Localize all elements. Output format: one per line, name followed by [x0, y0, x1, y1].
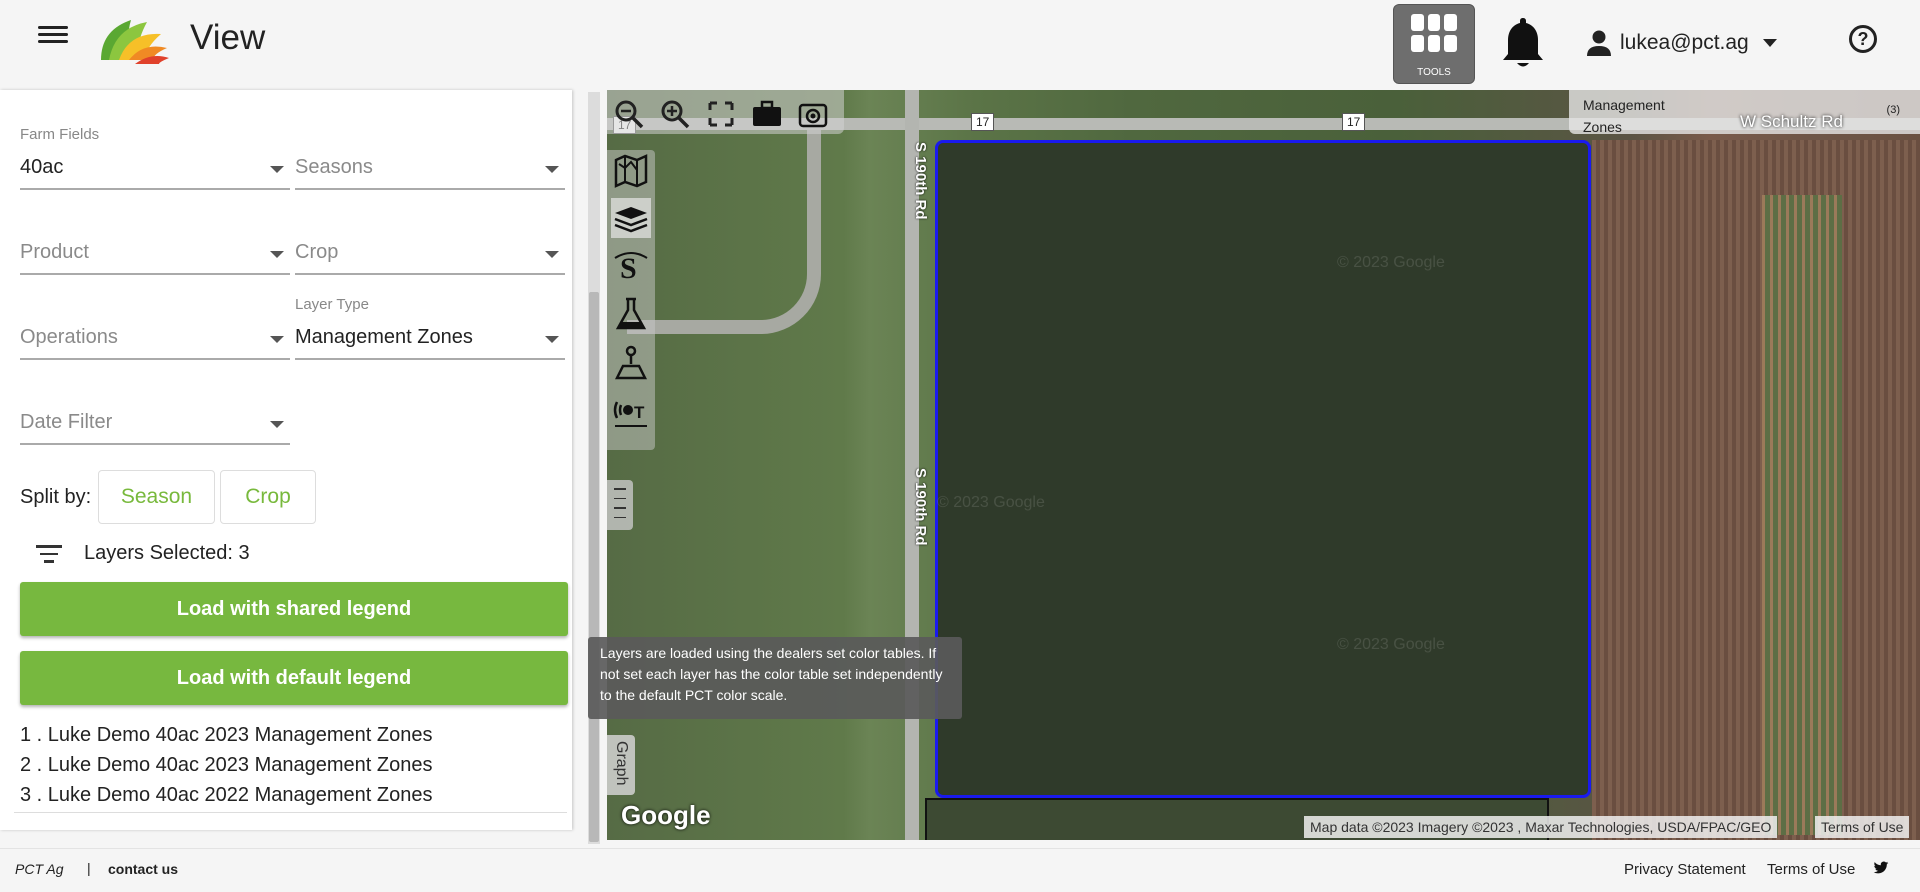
list-item[interactable]: 2 . Luke Demo 40ac 2023 Management Zones	[20, 754, 432, 777]
graph-tab-label: Graph	[613, 741, 630, 786]
date-filter-placeholder: Date Filter	[20, 411, 113, 433]
soil-sample-icon[interactable]: S	[611, 246, 651, 286]
map-road	[627, 130, 821, 334]
menu-icon[interactable]	[38, 22, 68, 48]
tools-button[interactable]: TOOLS	[1393, 4, 1475, 84]
seasons-placeholder: Seasons	[295, 156, 373, 178]
chevron-down-icon	[545, 166, 559, 173]
operations-select[interactable]: Operations	[20, 296, 290, 360]
zoom-out-icon[interactable]	[613, 98, 645, 130]
divider	[14, 812, 567, 813]
google-logo: Google	[621, 800, 711, 830]
crop-select[interactable]: Crop	[295, 211, 565, 275]
layer-legend-count: (3)	[1886, 104, 1900, 116]
farm-fields-label: Farm Fields	[20, 126, 100, 143]
chevron-down-icon	[545, 336, 559, 343]
briefcase-icon[interactable]	[751, 98, 783, 130]
map-crop-area	[1762, 195, 1842, 835]
iot-sensor-icon[interactable]: T	[611, 390, 651, 430]
list-item[interactable]: 1 . Luke Demo 40ac 2023 Management Zones	[20, 724, 432, 747]
panel-scrollbar[interactable]	[588, 92, 600, 844]
app-header: View TOOLS lukea@pct.ag ?	[0, 0, 1920, 90]
split-crop-button[interactable]: Crop	[220, 470, 316, 524]
camera-icon[interactable]	[797, 98, 829, 130]
user-email: lukea@pct.ag	[1620, 31, 1749, 54]
crop-placeholder: Crop	[295, 241, 339, 263]
chevron-down-icon	[270, 166, 284, 173]
privacy-link[interactable]: Privacy Statement	[1624, 861, 1746, 878]
map-icon[interactable]	[611, 150, 651, 190]
operations-placeholder: Operations	[20, 326, 118, 348]
svg-text:T: T	[634, 403, 645, 422]
map-attribution: Map data ©2023 Imagery ©2023 , Maxar Tec…	[1304, 816, 1778, 838]
product-placeholder: Product	[20, 241, 89, 263]
twitter-icon[interactable]	[1873, 860, 1889, 876]
product-select[interactable]: Product	[20, 211, 290, 275]
date-filter-select[interactable]: Date Filter	[20, 381, 290, 445]
grid-icon	[1411, 14, 1457, 52]
terms-link[interactable]: Terms of Use	[1767, 861, 1855, 878]
tools-label: TOOLS	[1417, 67, 1451, 78]
map-toolbar	[607, 90, 844, 134]
split-by-label: Split by:	[20, 486, 92, 508]
layer-type-label: Layer Type	[295, 296, 369, 313]
split-season-button[interactable]: Season	[98, 470, 215, 524]
layer-legend-title: Management Zones	[1583, 97, 1665, 135]
fullscreen-icon[interactable]	[705, 98, 737, 130]
map-view[interactable]: © 2023 Google © 2023 Google © 2023 Googl…	[607, 90, 1920, 840]
lab-flask-icon[interactable]	[611, 294, 651, 334]
map-watermark: © 2023 Google	[1337, 636, 1445, 653]
farm-fields-value: 40ac	[20, 156, 64, 178]
filter-panel: Farm Fields 40ac Seasons Product Crop Op…	[0, 90, 572, 830]
layers-selected-count: Layers Selected: 3	[84, 542, 250, 564]
list-item[interactable]: 3 . Luke Demo 40ac 2022 Management Zones	[20, 784, 432, 807]
help-icon[interactable]: ?	[1849, 25, 1877, 53]
map-watermark: © 2023 Google	[937, 494, 1045, 511]
road-label: S 190th Rd	[912, 142, 929, 220]
load-shared-legend-button[interactable]: Load with shared legend	[20, 582, 568, 636]
page-footer: PCT Ag | contact us Privacy Statement Te…	[0, 848, 1920, 892]
legend-tooltip: Layers are loaded using the dealers set …	[588, 637, 962, 719]
chevron-down-icon	[270, 336, 284, 343]
svg-text:S: S	[620, 252, 637, 285]
route-shield: 17	[971, 113, 995, 131]
load-default-legend-button[interactable]: Load with default legend	[20, 651, 568, 705]
street-label: W Schultz Rd	[1740, 112, 1843, 131]
seasons-select[interactable]: Seasons	[295, 126, 565, 190]
layer-type-select[interactable]: Layer Type Management Zones	[295, 296, 565, 360]
filter-icon[interactable]	[36, 545, 62, 565]
road-label: S 190th Rd	[912, 468, 929, 546]
map-side-toolbar: S T	[607, 150, 655, 450]
layers-icon[interactable]	[611, 198, 651, 238]
layer-type-value: Management Zones	[295, 326, 473, 348]
map-watermark: © 2023 Google	[1337, 254, 1445, 271]
map-crop-area	[1592, 140, 1920, 840]
footer-brand: PCT Ag	[15, 861, 64, 877]
route-shield: 17	[1342, 113, 1366, 131]
farm-fields-select[interactable]: Farm Fields 40ac	[20, 126, 290, 190]
contact-us-link[interactable]: contact us	[108, 861, 178, 877]
footer-separator: |	[87, 860, 91, 876]
chevron-down-icon	[1762, 39, 1777, 47]
chevron-down-icon	[270, 421, 284, 428]
field-scout-icon[interactable]	[611, 342, 651, 382]
user-menu[interactable]: lukea@pct.ag	[1586, 26, 1777, 60]
map-terms-link[interactable]: Terms of Use	[1815, 816, 1910, 838]
zoom-in-icon[interactable]	[659, 98, 691, 130]
graph-tab[interactable]: Graph	[607, 735, 635, 795]
chevron-down-icon	[270, 251, 284, 258]
page-title: View	[190, 18, 266, 57]
drawer-toggle-tab[interactable]	[607, 480, 633, 530]
chevron-down-icon	[545, 251, 559, 258]
user-icon	[1587, 30, 1611, 56]
scrollbar-thumb[interactable]	[589, 292, 599, 842]
app-logo	[101, 20, 169, 64]
notification-bell-icon[interactable]	[1502, 14, 1544, 70]
field-boundary[interactable]	[935, 140, 1591, 798]
